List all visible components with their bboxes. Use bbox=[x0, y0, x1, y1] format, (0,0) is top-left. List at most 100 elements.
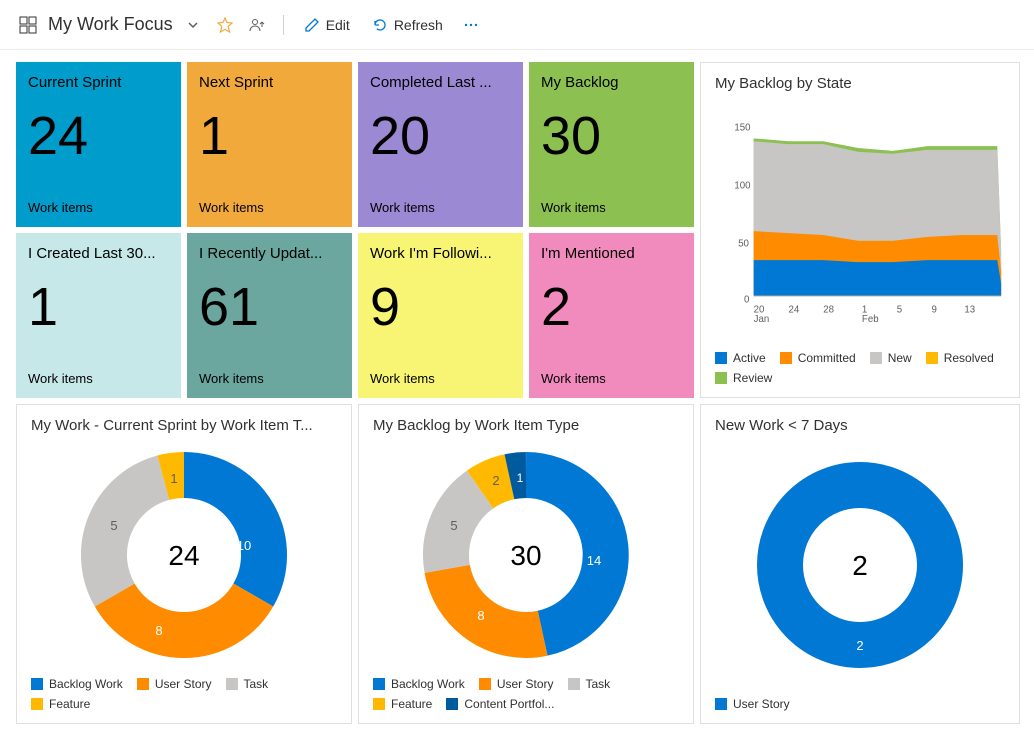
svg-text:28: 28 bbox=[823, 304, 834, 315]
tile-sub: Work items bbox=[199, 200, 340, 215]
widget-title: My Backlog by Work Item Type bbox=[373, 417, 679, 434]
tile-completed-last[interactable]: Completed Last ... 20 Work items bbox=[358, 62, 523, 227]
tile-value: 30 bbox=[541, 109, 682, 163]
legend-label: Resolved bbox=[944, 351, 994, 365]
tile-current-sprint[interactable]: Current Sprint 24 Work items bbox=[16, 62, 181, 227]
seg-label: 8 bbox=[155, 623, 162, 638]
svg-text:0: 0 bbox=[744, 295, 749, 306]
tile-following[interactable]: Work I'm Followi... 9 Work items bbox=[358, 233, 523, 398]
tile-title: I Recently Updat... bbox=[199, 245, 340, 262]
tile-value: 20 bbox=[370, 109, 511, 163]
widget-backlog-by-type[interactable]: My Backlog by Work Item Type 14 8 5 2 1 … bbox=[358, 404, 694, 724]
legend-label: User Story bbox=[497, 677, 554, 691]
svg-text:50: 50 bbox=[738, 239, 749, 250]
seg-label: 1 bbox=[517, 471, 524, 485]
tile-title: Completed Last ... bbox=[370, 74, 511, 91]
legend-label: User Story bbox=[155, 677, 212, 691]
toolbar: My Work Focus Edit Refresh bbox=[0, 0, 1034, 50]
team-icon[interactable] bbox=[245, 13, 269, 37]
seg-label: 5 bbox=[110, 518, 117, 533]
svg-text:5: 5 bbox=[897, 304, 902, 315]
legend-label: Backlog Work bbox=[49, 677, 123, 691]
donut-chart: 14 8 5 2 1 30 bbox=[416, 445, 636, 665]
svg-text:100: 100 bbox=[734, 181, 750, 192]
tile-value: 1 bbox=[199, 109, 340, 163]
tile-value: 61 bbox=[199, 280, 340, 334]
svg-text:150: 150 bbox=[734, 123, 750, 134]
refresh-label: Refresh bbox=[394, 17, 443, 33]
tile-value: 2 bbox=[541, 280, 682, 334]
tile-value: 1 bbox=[28, 280, 169, 334]
tile-sub: Work items bbox=[370, 371, 511, 386]
tile-my-backlog[interactable]: My Backlog 30 Work items bbox=[529, 62, 694, 227]
tile-value: 24 bbox=[28, 109, 169, 163]
tile-title: Next Sprint bbox=[199, 74, 340, 91]
legend-label: Task bbox=[586, 677, 611, 691]
tile-sub: Work items bbox=[199, 371, 340, 386]
svg-text:Jan: Jan bbox=[754, 314, 770, 325]
tile-sub: Work items bbox=[541, 371, 682, 386]
donut-center: 30 bbox=[510, 540, 541, 571]
widget-title: New Work < 7 Days bbox=[715, 417, 1005, 434]
more-icon[interactable] bbox=[459, 13, 483, 37]
tile-sub: Work items bbox=[370, 200, 511, 215]
tile-value: 9 bbox=[370, 280, 511, 334]
dashboard-icon bbox=[16, 13, 40, 37]
favorite-star-icon[interactable] bbox=[213, 13, 237, 37]
seg-label: 2 bbox=[856, 638, 863, 653]
tile-title: My Backlog bbox=[541, 74, 682, 91]
seg-label: 1 bbox=[170, 471, 177, 486]
widget-backlog-by-state[interactable]: My Backlog by State 150 100 50 0 bbox=[700, 62, 1020, 398]
tile-title: I'm Mentioned bbox=[541, 245, 682, 262]
legend-label: Feature bbox=[49, 697, 90, 711]
tile-title: I Created Last 30... bbox=[28, 245, 169, 262]
tile-next-sprint[interactable]: Next Sprint 1 Work items bbox=[187, 62, 352, 227]
tile-sub: Work items bbox=[28, 371, 169, 386]
tile-created-last-30[interactable]: I Created Last 30... 1 Work items bbox=[16, 233, 181, 398]
edit-label: Edit bbox=[326, 17, 350, 33]
legend-label: Review bbox=[733, 371, 772, 385]
seg-label: 8 bbox=[477, 608, 484, 623]
svg-text:24: 24 bbox=[788, 304, 799, 315]
widget-title: My Backlog by State bbox=[715, 75, 1005, 92]
area-chart: 150 100 50 0 202428 15913 JanFeb bbox=[715, 98, 1005, 343]
donut-chart: 10 8 5 1 24 bbox=[74, 445, 294, 665]
seg-label: 10 bbox=[237, 538, 251, 553]
legend: Active Committed New Resolved Review bbox=[715, 351, 1005, 385]
legend: User Story bbox=[715, 697, 1005, 711]
seg-label: 5 bbox=[450, 518, 457, 533]
svg-text:9: 9 bbox=[932, 304, 937, 315]
edit-button[interactable]: Edit bbox=[298, 15, 356, 35]
legend-label: Task bbox=[244, 677, 269, 691]
tile-title: Work I'm Followi... bbox=[370, 245, 511, 262]
tile-title: Current Sprint bbox=[28, 74, 169, 91]
legend-label: User Story bbox=[733, 697, 790, 711]
donut-center: 24 bbox=[168, 540, 199, 571]
legend-label: Backlog Work bbox=[391, 677, 465, 691]
legend-label: Feature bbox=[391, 697, 432, 711]
page-title: My Work Focus bbox=[48, 14, 173, 35]
legend-label: New bbox=[888, 351, 912, 365]
refresh-button[interactable]: Refresh bbox=[366, 15, 449, 35]
svg-text:Feb: Feb bbox=[862, 314, 879, 325]
seg-label: 14 bbox=[587, 553, 601, 568]
seg-label: 2 bbox=[492, 473, 499, 488]
tile-sub: Work items bbox=[541, 200, 682, 215]
dashboard-grid: Current Sprint 24 Work items Next Sprint… bbox=[0, 50, 1034, 744]
dashboard-dropdown[interactable] bbox=[181, 13, 205, 37]
donut-center: 2 bbox=[852, 550, 868, 581]
svg-text:13: 13 bbox=[964, 304, 975, 315]
tile-sub: Work items bbox=[28, 200, 169, 215]
legend: Backlog Work User Story Task Feature bbox=[31, 677, 337, 711]
widget-title: My Work - Current Sprint by Work Item T.… bbox=[31, 417, 337, 434]
widget-current-sprint-by-type[interactable]: My Work - Current Sprint by Work Item T.… bbox=[16, 404, 352, 724]
legend: Backlog Work User Story Task Feature Con… bbox=[373, 677, 679, 711]
divider bbox=[283, 15, 284, 35]
legend-label: Active bbox=[733, 351, 766, 365]
legend-label: Committed bbox=[798, 351, 856, 365]
legend-label: Content Portfol... bbox=[464, 697, 554, 711]
widget-new-work-7-days[interactable]: New Work < 7 Days 2 2 User Story bbox=[700, 404, 1020, 724]
tile-recently-updated[interactable]: I Recently Updat... 61 Work items bbox=[187, 233, 352, 398]
tile-mentioned[interactable]: I'm Mentioned 2 Work items bbox=[529, 233, 694, 398]
donut-chart: 2 2 bbox=[750, 455, 970, 675]
